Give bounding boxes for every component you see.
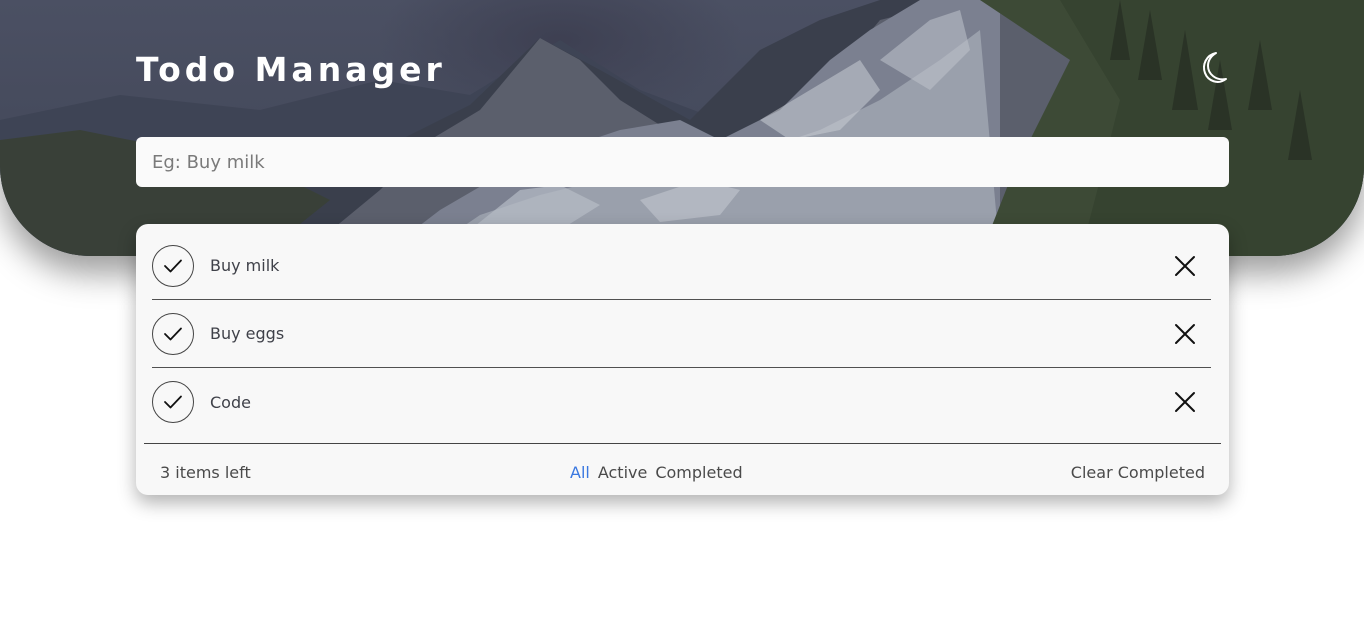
checkmark-icon <box>164 259 182 272</box>
todo-complete-toggle[interactable] <box>152 244 194 287</box>
close-icon <box>1175 255 1195 276</box>
clear-completed-button[interactable]: Clear Completed <box>1071 463 1205 482</box>
filter-completed[interactable]: Completed <box>655 463 742 482</box>
delete-todo-button[interactable] <box>1171 252 1199 280</box>
app-title: Todo Manager <box>136 50 446 89</box>
todo-label: Buy milk <box>210 256 280 275</box>
close-icon <box>1175 392 1195 412</box>
items-left-count: 3 items left <box>160 463 251 482</box>
new-todo-input[interactable] <box>152 137 1229 187</box>
filter-group: All Active Completed <box>570 463 743 482</box>
todo-item: Buy milk <box>152 232 1211 300</box>
todo-item: Buy eggs <box>152 300 1211 368</box>
todo-item: Code <box>152 368 1211 436</box>
todo-list-card: Buy milk Buy eggs Code 3 items left All … <box>136 224 1229 495</box>
todo-complete-toggle[interactable] <box>152 312 194 355</box>
todo-label: Code <box>210 392 251 412</box>
hero-banner: Todo Manager <box>0 0 1364 256</box>
moon-icon <box>1203 52 1227 83</box>
footer-divider <box>144 443 1221 444</box>
todo-label: Buy eggs <box>210 324 285 343</box>
delete-todo-button[interactable] <box>1171 388 1199 416</box>
delete-todo-button[interactable] <box>1171 320 1199 348</box>
todo-footer: 3 items left All Active Completed Clear … <box>136 461 1229 485</box>
checkmark-icon <box>164 327 182 340</box>
filter-active[interactable]: Active <box>598 463 648 482</box>
todo-complete-toggle[interactable] <box>152 381 194 423</box>
filter-all[interactable]: All <box>570 463 590 482</box>
new-todo-field[interactable] <box>136 137 1229 187</box>
close-icon <box>1175 323 1195 344</box>
mountain-background-image <box>0 0 1364 256</box>
theme-toggle-button[interactable] <box>1194 48 1232 88</box>
checkmark-icon <box>164 395 182 409</box>
